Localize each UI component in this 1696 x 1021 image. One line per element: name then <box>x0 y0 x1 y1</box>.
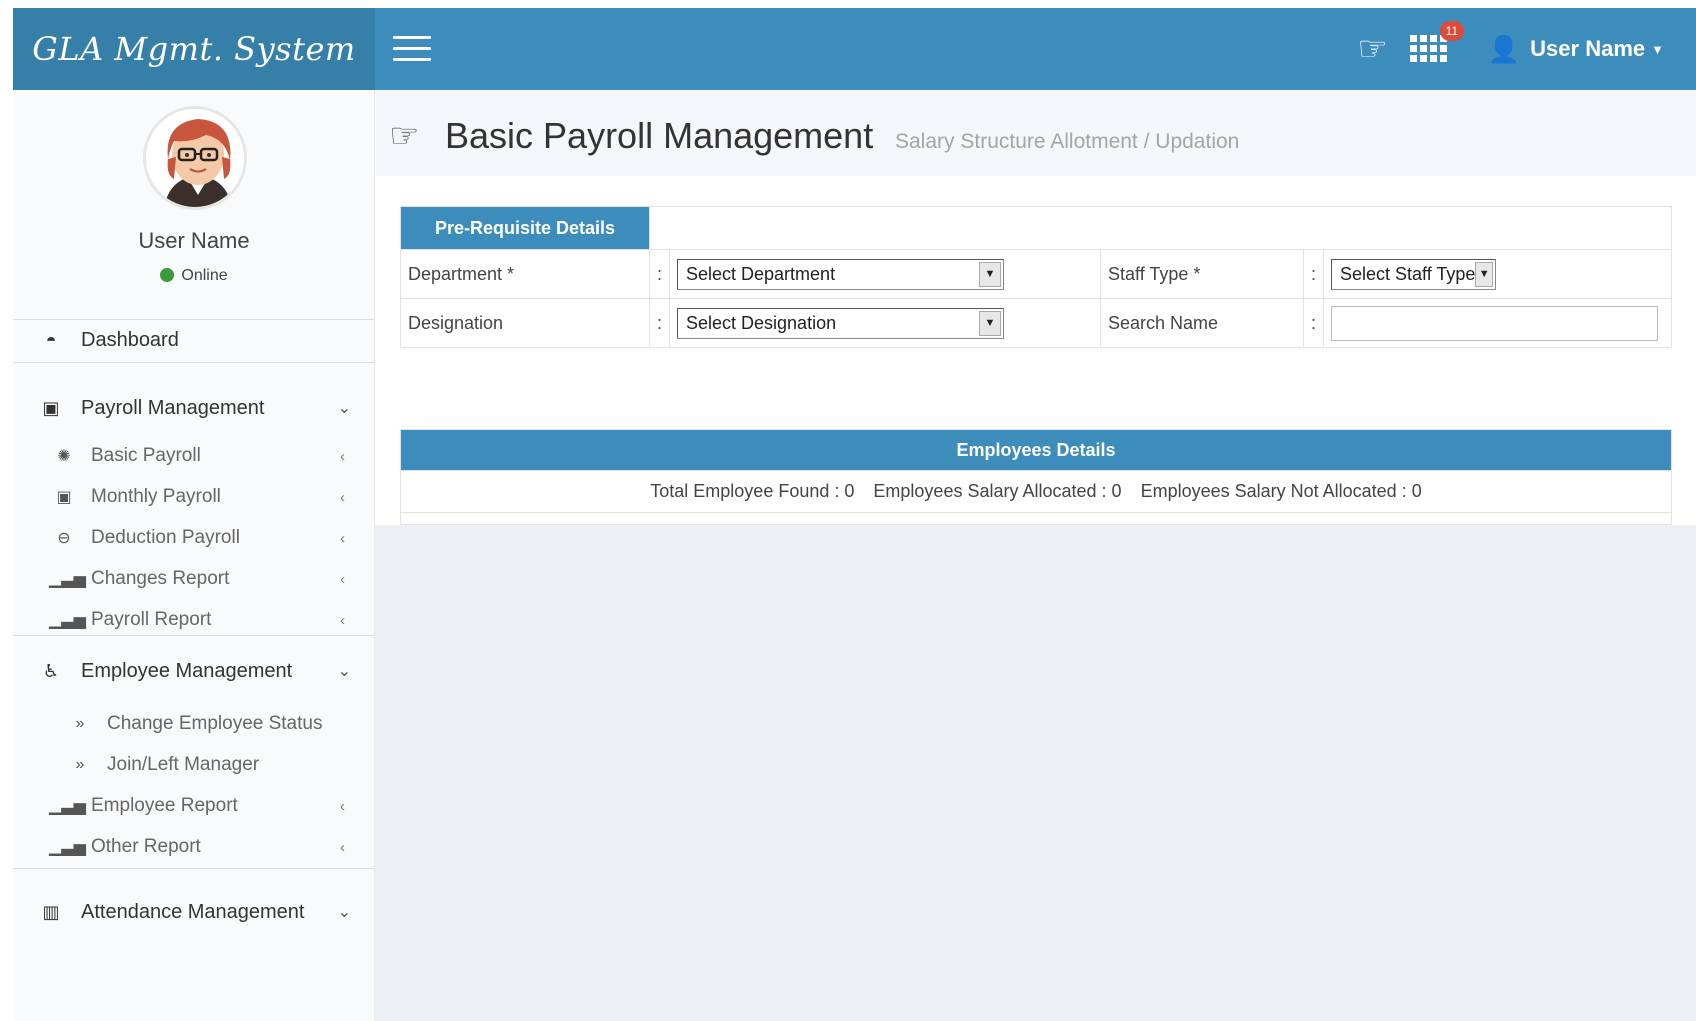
brand-logo[interactable]: GLA Mgmt. System <box>13 8 375 90</box>
chevron-left-icon: ‹ <box>340 838 345 856</box>
hand-pointer-icon: ☞ <box>389 117 420 155</box>
divider <box>13 635 375 636</box>
gear-icon: ✺ <box>57 448 71 465</box>
money-icon: ▣ <box>56 489 72 506</box>
sidebar-item-monthly-payroll[interactable]: ▣ Monthly Payroll ‹ <box>13 477 375 517</box>
department-select[interactable]: Select Department ▼ <box>677 258 1004 290</box>
money-icon: ▣ <box>42 397 60 418</box>
salary-not-allocated-count: Employees Salary Not Allocated : 0 <box>1140 481 1422 501</box>
chevron-left-icon: ‹ <box>340 529 345 547</box>
chevron-down-icon: ⌄ <box>337 400 351 417</box>
sidebar-item-basic-payroll[interactable]: ✺ Basic Payroll ‹ <box>13 436 375 476</box>
sidebar-item-payroll-management[interactable]: ▣ Payroll Management ⌄ <box>13 383 375 433</box>
wheelchair-icon: ♿ <box>42 660 60 681</box>
signal-icon: ▁▃▅ <box>49 839 86 856</box>
chevron-left-icon: ‹ <box>340 570 345 588</box>
dashboard-icon: ◓ <box>45 329 57 350</box>
chevron-left-icon: ‹ <box>340 447 345 465</box>
notification-badge: 11 <box>1439 21 1464 41</box>
sidebar-item-attendance-management[interactable]: ▥ Attendance Management ⌄ <box>13 887 375 937</box>
bar-chart-icon: ▥ <box>42 901 60 922</box>
prerequisite-table: Pre-Requisite Details Department * : Sel… <box>400 206 1672 348</box>
chevron-down-icon: ⌄ <box>337 663 351 680</box>
hand-pointer-icon[interactable]: ☞ <box>1357 29 1387 69</box>
chevron-left-icon: ‹ <box>340 797 345 815</box>
online-status: Online <box>13 267 375 285</box>
avatar <box>143 106 247 210</box>
navbar-right: ☞ 11 👤 User Name ▼ <box>1357 8 1664 90</box>
divider <box>13 868 375 869</box>
double-chevron-icon: » <box>75 756 85 773</box>
signal-icon: ▁▃▅ <box>49 612 86 629</box>
caret-down-icon[interactable]: ▼ <box>1651 42 1664 57</box>
dropdown-arrow-icon: ▼ <box>979 310 1001 336</box>
staff-type-select[interactable]: Select Staff Type ▼ <box>1331 258 1496 290</box>
salary-allocated-count: Employees Salary Allocated : 0 <box>873 481 1122 501</box>
chevron-left-icon: ‹ <box>340 488 345 506</box>
sidebar-item-deduction-payroll[interactable]: ⊖ Deduction Payroll ‹ <box>13 518 375 558</box>
user-menu-button[interactable]: User Name <box>1530 36 1645 62</box>
sidebar-item-other-report[interactable]: ▁▃▅ Other Report ‹ <box>13 827 375 867</box>
apps-grid-button[interactable]: 11 <box>1409 21 1464 63</box>
search-name-label: Search Name <box>1100 298 1304 348</box>
chevron-left-icon: ‹ <box>340 611 345 629</box>
staff-type-label: Staff Type * <box>1100 249 1304 299</box>
colon: : <box>1303 298 1324 348</box>
double-chevron-icon: » <box>75 715 85 732</box>
user-icon: 👤 <box>1487 33 1521 64</box>
online-dot-icon <box>160 268 175 282</box>
user-panel: User Name Online <box>13 90 374 320</box>
sidebar-toggle-button[interactable] <box>393 36 431 62</box>
sidebar-item-join-left-manager[interactable]: » Join/Left Manager <box>13 745 375 785</box>
colon: : <box>649 249 670 299</box>
employees-table: Employees Details Total Employee Found :… <box>400 429 1672 525</box>
hamburger-icon <box>393 36 431 39</box>
main-content: ☞ Basic Payroll Management Salary Struct… <box>375 90 1696 1021</box>
dropdown-arrow-icon: ▼ <box>1475 261 1493 287</box>
content-header: ☞ Basic Payroll Management Salary Struct… <box>375 90 1696 176</box>
dropdown-arrow-icon: ▼ <box>979 261 1001 287</box>
sidebar-item-employee-report[interactable]: ▁▃▅ Employee Report ‹ <box>13 786 375 826</box>
sidebar-item-payroll-report[interactable]: ▁▃▅ Payroll Report ‹ <box>13 600 375 640</box>
sidebar-item-employee-management[interactable]: ♿ Employee Management ⌄ <box>13 646 375 696</box>
sidebar-item-dashboard[interactable]: ◓ Dashboard <box>13 315 375 365</box>
minus-circle-icon: ⊖ <box>57 530 71 547</box>
designation-label: Designation <box>400 298 650 348</box>
total-employee-found: Total Employee Found : 0 <box>650 481 855 501</box>
signal-icon: ▁▃▅ <box>49 798 86 815</box>
sidebar-item-change-employee-status[interactable]: » Change Employee Status <box>13 704 375 744</box>
sidebar-user-name: User Name <box>138 228 250 253</box>
colon: : <box>1303 249 1324 299</box>
divider <box>13 362 375 363</box>
designation-select[interactable]: Select Designation ▼ <box>677 307 1004 339</box>
page-subtitle: Salary Structure Allotment / Updation <box>895 130 1240 153</box>
signal-icon: ▁▃▅ <box>49 571 86 588</box>
page-title: Basic Payroll Management <box>445 115 874 156</box>
colon: : <box>649 298 670 348</box>
prerequisite-heading: Pre-Requisite Details <box>400 206 650 250</box>
top-navbar: GLA Mgmt. System ☞ 11 👤 User Name ▼ <box>13 8 1696 90</box>
sidebar: User Name Online ◓ Dashboard ▣ Payroll M… <box>13 90 375 1021</box>
content-box: Pre-Requisite Details Department * : Sel… <box>375 176 1696 525</box>
department-label: Department * <box>400 249 650 299</box>
employee-stats: Total Employee Found : 0 Employees Salar… <box>400 470 1672 513</box>
sidebar-item-changes-report[interactable]: ▁▃▅ Changes Report ‹ <box>13 559 375 599</box>
search-name-input[interactable] <box>1331 305 1658 341</box>
chevron-down-icon: ⌄ <box>337 904 351 921</box>
employees-heading: Employees Details <box>400 429 1672 471</box>
